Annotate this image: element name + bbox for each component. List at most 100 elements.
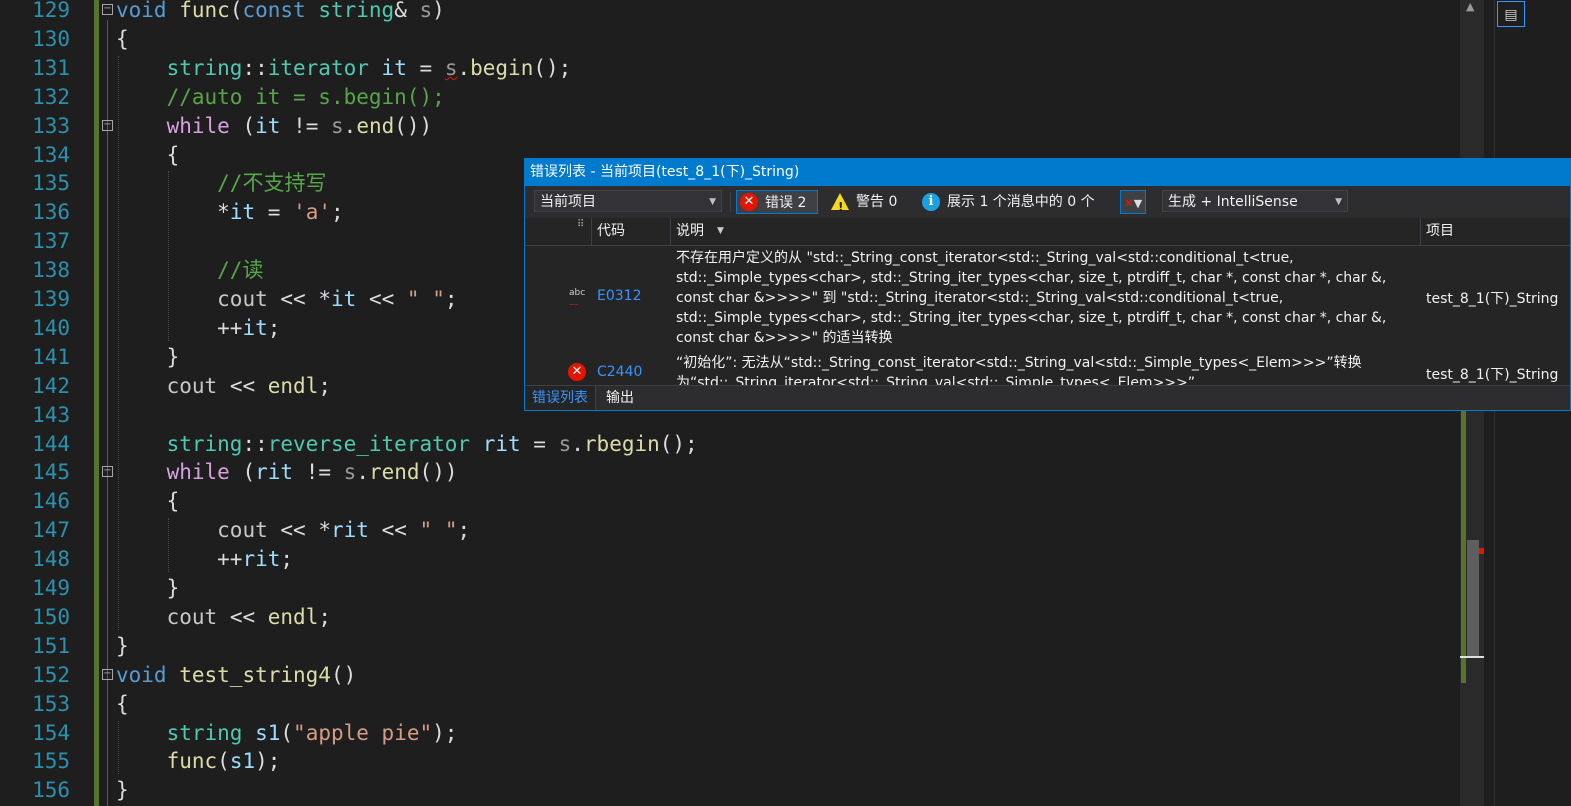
messages-label: 展示 1 个消息中的 0 个 [947,194,1095,210]
line-number: 135 [32,171,70,196]
error-project: test_8_1(下)_String [1426,291,1559,307]
error-description: 不存在用户定义的从 "std::_String_const_iterator<s… [676,248,1406,348]
indent-guide [118,720,119,775]
messages-filter-button[interactable]: i 展示 1 个消息中的 0 个 [920,190,1110,214]
indent-guide [168,518,169,572]
code-text: string s1("apple pie"); [166,720,458,745]
code-text: { [166,142,180,167]
code-text: *it = 'a'; [217,200,344,225]
scroll-up-arrow-icon[interactable]: ▲ [1466,0,1474,13]
code-line[interactable]: 129 − void func(const string& s) [0,0,1460,25]
line-number: 148 [32,547,70,572]
code-line[interactable]: 156} [0,776,1460,805]
line-number: 129 [32,0,70,22]
scrollbar-thumb[interactable] [1467,540,1479,656]
line-number: 132 [32,84,70,109]
code-line[interactable]: 147 cout << *rit << " "; [0,516,1460,545]
build-filter-value: 生成 + IntelliSense [1168,194,1298,210]
clear-filter-icon[interactable]: ✕▼ [1120,190,1146,214]
code-line[interactable]: 146 { [0,487,1460,516]
line-number: 130 [32,26,70,51]
code-text: void func(const string& s) [116,0,445,22]
code-text: while (it != s.end()) [166,113,433,138]
code-line[interactable]: 153 { [0,690,1460,719]
code-line[interactable]: 148 ++rit; [0,545,1460,574]
error-icon: ✕ [740,193,758,211]
indent-guide [168,171,169,341]
collapse-icon[interactable]: − [102,119,113,131]
code-text: } [116,633,129,658]
column-description[interactable]: 说明 [676,218,704,245]
line-number: 145 [32,460,70,485]
line-number: 137 [32,229,70,254]
error-description: “初始化”: 无法从“std::_String_const_iterator<s… [676,353,1406,388]
errors-filter-button[interactable]: ✕ 错误 2 [736,190,818,214]
code-line[interactable]: 150 cout << endl; [0,603,1460,632]
code-line[interactable]: 154 string s1("apple pie"); [0,719,1460,748]
line-number: 149 [32,576,70,600]
panel-title[interactable]: 错误列表 - 当前项目(test_8_1(下)_String) [525,159,1570,186]
code-line[interactable]: 155 func(s1); [0,747,1460,776]
column-options-icon[interactable]: ⠿ [577,218,584,245]
indent-guide [118,55,119,630]
map-mode-toggle-icon[interactable]: ▤ [1497,1,1525,27]
code-line[interactable]: 149 } [0,574,1460,603]
code-line[interactable]: 131 string::iterator it = s.begin(); [0,54,1460,83]
code-line[interactable]: 152 − void test_string4() [0,661,1460,690]
code-text: } [116,778,129,803]
error-row[interactable]: ✕ C2440 “初始化”: 无法从“std::_String_const_it… [525,352,1570,388]
code-text: { [116,26,129,51]
error-project: test_8_1(下)_String [1426,367,1559,383]
code-line[interactable]: 130 { [0,25,1460,54]
code-text: cout << endl; [166,373,331,398]
chevron-down-icon: ▼ [709,197,716,207]
error-code-link[interactable]: E0312 [597,288,641,304]
code-text: cout << endl; [166,604,331,629]
error-row[interactable]: abc ﹏ E0312 不存在用户定义的从 "std::_String_const… [525,247,1570,350]
warnings-filter-button[interactable]: ! 警告 0 [829,190,909,214]
column-code[interactable]: 代码 [597,218,625,245]
code-text: //不支持写 [217,171,327,196]
panel-tabs: 错误列表 输出 [525,385,1570,410]
line-number: 150 [32,604,70,629]
line-number: 153 [32,691,70,716]
code-text: //auto it = s.begin(); [166,84,445,109]
code-line[interactable]: 145 − while (rit != s.rend()) [0,458,1460,487]
tab-output[interactable]: 输出 [599,386,641,410]
code-text: string::reverse_iterator rit = s.rbegin(… [166,431,698,456]
chevron-down-icon: ▼ [1335,197,1342,207]
code-text: { [166,489,180,514]
intellisense-squiggle-icon: abc ﹏ [569,288,586,307]
description-line: std::_Simple_types<char>, std::_String_i… [676,310,1387,326]
code-line[interactable]: 133 − while (it != s.end()) [0,112,1460,141]
collapse-icon[interactable]: − [102,466,113,478]
error-code-link[interactable]: C2440 [597,364,642,380]
column-project[interactable]: 项目 [1426,218,1454,245]
collapse-icon[interactable]: − [102,668,113,680]
build-intellisense-dropdown[interactable]: 生成 + IntelliSense ▼ [1162,190,1348,212]
line-number: 131 [32,55,70,80]
code-line[interactable]: 151} [0,632,1460,661]
scrollbar-error-marker [1479,548,1484,554]
code-text: } [166,576,180,600]
code-text: ++it; [217,315,281,340]
column-header-row: ⠿ 代码 说明 ▼ 项目 [525,218,1570,246]
line-number: 151 [32,633,70,658]
description-line: const char &>>>>" 的适当转换 [676,330,893,346]
scope-dropdown[interactable]: 当前项目 ▼ [534,190,722,212]
description-line: std::_Simple_types<char>, std::_String_i… [676,270,1387,286]
code-text: func(s1); [166,749,281,774]
line-number: 146 [32,489,70,514]
code-text: string::iterator it = s.begin(); [166,55,572,80]
line-number: 143 [32,402,70,427]
scrollbar-caret-position [1460,656,1484,658]
code-line[interactable]: 132 //auto it = s.begin(); [0,83,1460,112]
code-text: { [116,691,129,716]
collapse-icon[interactable]: − [102,4,113,15]
code-line[interactable]: 144 string::reverse_iterator rit = s.rbe… [0,430,1460,459]
info-icon: i [922,193,940,211]
line-number: 134 [32,142,70,167]
tab-error-list[interactable]: 错误列表 [525,386,596,410]
errors-label: 错误 2 [765,195,807,211]
line-number: 152 [32,662,70,687]
